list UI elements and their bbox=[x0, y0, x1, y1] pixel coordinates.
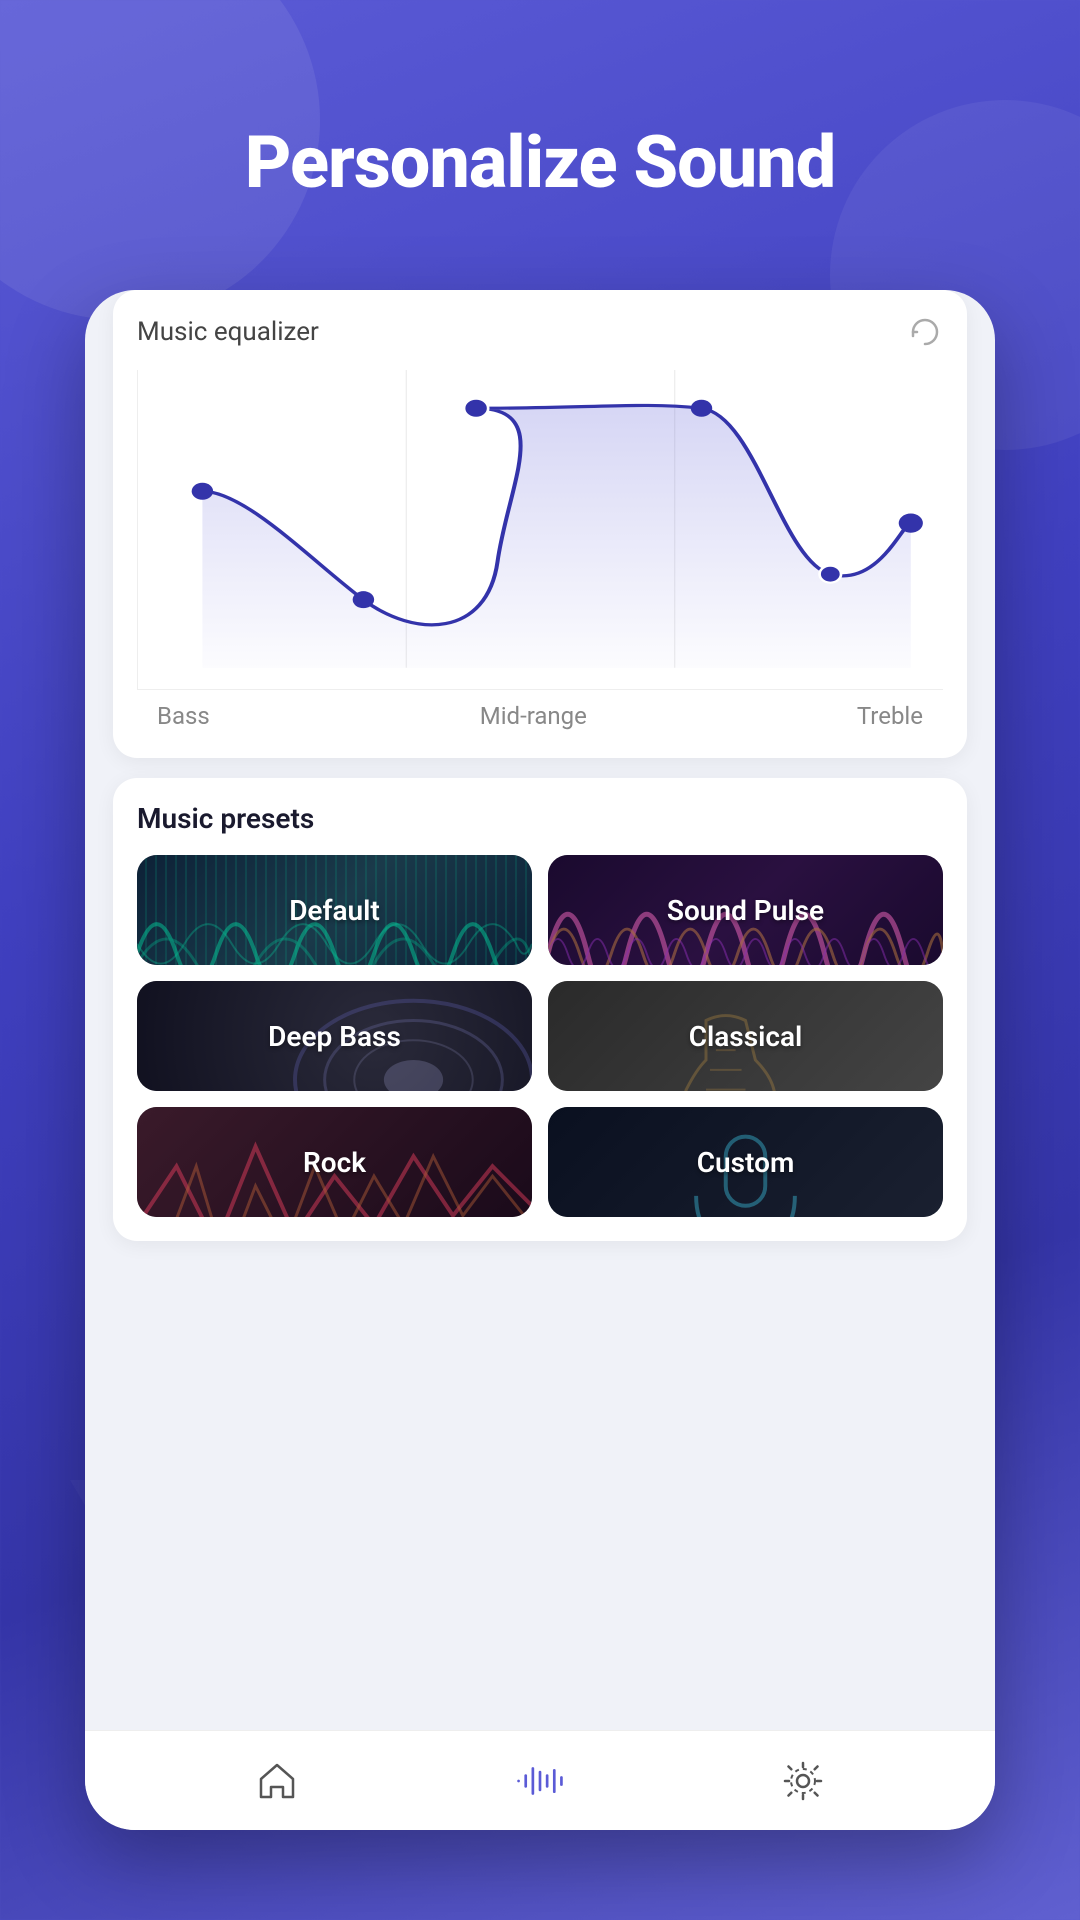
equalizer-section: Music equalizer bbox=[113, 290, 967, 758]
refresh-icon[interactable] bbox=[907, 314, 943, 350]
sound-nav-button[interactable] bbox=[515, 1756, 565, 1806]
phone-card: 12:30 Equalizer Music equalizer bbox=[85, 290, 995, 1830]
scroll-area[interactable]: Music equalizer bbox=[85, 290, 995, 1730]
eq-freq-labels: Bass Mid-range Treble bbox=[137, 690, 943, 730]
preset-classical-button[interactable]: Classical bbox=[548, 981, 943, 1091]
home-icon bbox=[255, 1759, 299, 1803]
preset-custom-button[interactable]: Custom bbox=[548, 1107, 943, 1217]
settings-icon bbox=[781, 1759, 825, 1803]
preset-deepbass-button[interactable]: Deep Bass bbox=[137, 981, 532, 1091]
presets-title: Music presets bbox=[137, 802, 943, 835]
preset-rock-button[interactable]: Rock bbox=[137, 1107, 532, 1217]
bass-label: Bass bbox=[157, 702, 210, 730]
eq-chart bbox=[137, 370, 943, 690]
presets-grid: Default Sound Pulse bbox=[137, 855, 943, 1217]
preset-rock-label: Rock bbox=[303, 1146, 366, 1179]
page-title: Personalize Sound bbox=[0, 120, 1080, 205]
preset-custom-label: Custom bbox=[697, 1146, 795, 1179]
mid-label: Mid-range bbox=[480, 702, 587, 730]
bottom-nav bbox=[85, 1730, 995, 1830]
settings-nav-button[interactable] bbox=[778, 1756, 828, 1806]
home-nav-button[interactable] bbox=[252, 1756, 302, 1806]
eq-section-label: Music equalizer bbox=[137, 317, 319, 347]
waveform-icon bbox=[515, 1759, 565, 1803]
presets-section: Music presets Default bbox=[113, 778, 967, 1241]
preset-default-button[interactable]: Default bbox=[137, 855, 532, 965]
preset-deepbass-label: Deep Bass bbox=[268, 1020, 401, 1053]
preset-default-label: Default bbox=[289, 894, 380, 927]
eq-header: Music equalizer bbox=[137, 314, 943, 350]
preset-classical-label: Classical bbox=[689, 1020, 803, 1053]
treble-label: Treble bbox=[857, 702, 923, 730]
preset-soundpulse-label: Sound Pulse bbox=[667, 894, 824, 927]
preset-soundpulse-button[interactable]: Sound Pulse bbox=[548, 855, 943, 965]
